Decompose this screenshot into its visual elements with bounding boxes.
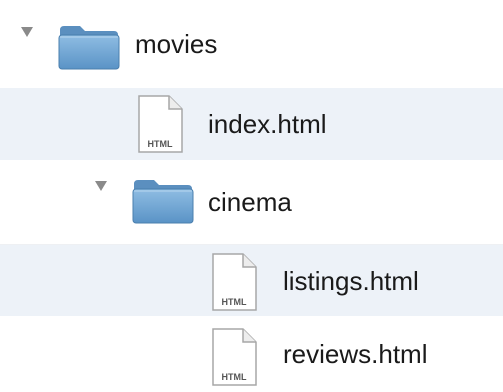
html-file-icon: HTML [212,328,257,386]
tree-row-cinema[interactable]: cinema [0,166,503,238]
tree-item-label: cinema [208,187,292,217]
file-badge: HTML [148,139,173,149]
folder-icon [132,180,194,224]
file-badge: HTML [222,297,247,307]
tree-item-label: index.html [208,109,327,139]
file-badge: HTML [222,372,247,382]
html-file-icon: HTML [138,95,183,153]
disclosure-triangle-icon[interactable] [94,180,108,192]
folder-icon [58,26,120,70]
disclosure-triangle-icon[interactable] [20,26,34,38]
tree-row-reviews-html[interactable]: HTML reviews.html [0,318,503,390]
tree-row-listings-html[interactable]: HTML listings.html [0,244,503,316]
tree-row-movies[interactable]: movies [0,8,503,80]
html-file-icon: HTML [212,253,257,311]
tree-item-label: movies [135,29,218,59]
tree-item-label: listings.html [283,265,419,296]
file-tree: movies HTML index.html cinema HTML listi… [0,0,503,392]
tree-item-label: reviews.html [283,339,428,369]
tree-row-index-html[interactable]: HTML index.html [0,88,503,160]
